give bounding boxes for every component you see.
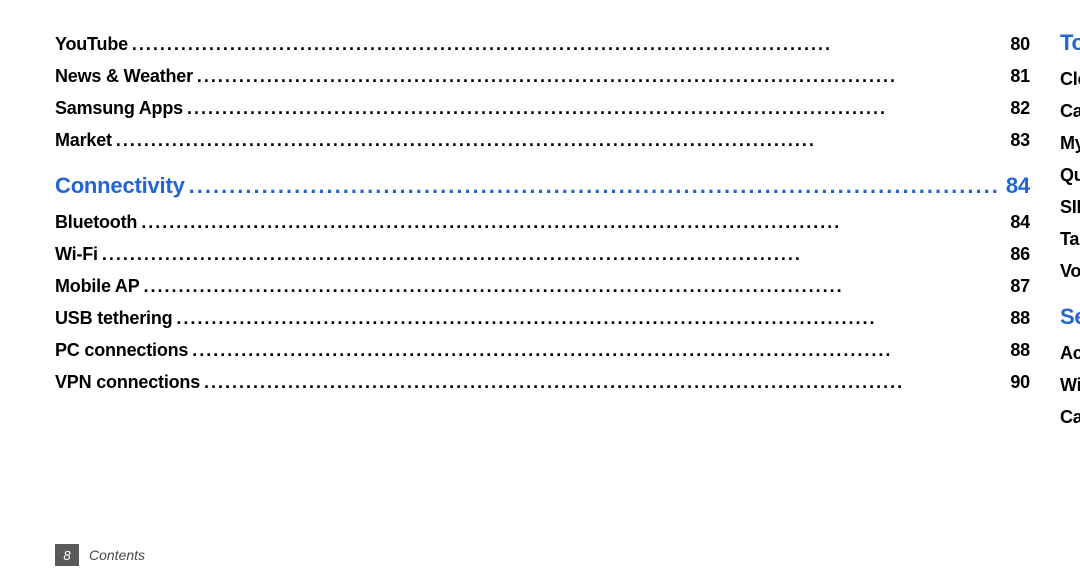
toc-entry: Task manager............................… — [1060, 229, 1080, 250]
toc-entry: Access the Settings menu................… — [1060, 343, 1080, 364]
toc-label: Voice Search — [1060, 261, 1080, 282]
toc-section-heading: Settings................................… — [1060, 304, 1080, 330]
toc-label: Tools — [1060, 30, 1080, 56]
toc-page-number: 82 — [1004, 98, 1030, 119]
toc-entry: Wireless and networks...................… — [1060, 375, 1080, 396]
toc-label: Mobile AP — [55, 276, 144, 297]
toc-entry: Calculator..............................… — [1060, 101, 1080, 122]
toc-leader-dots: ........................................… — [141, 212, 1004, 233]
toc-label: Access the Settings menu — [1060, 343, 1080, 364]
toc-page-number: 88 — [1004, 308, 1030, 329]
toc-label: VPN connections — [55, 372, 204, 393]
toc-label: My Files — [1060, 133, 1080, 154]
toc-label: Samsung Apps — [55, 98, 187, 119]
right-column: Tools...................................… — [1060, 30, 1080, 439]
toc-page-number: 87 — [1004, 276, 1030, 297]
toc-label: Connectivity — [55, 173, 189, 199]
toc-entry: Call settings...........................… — [1060, 407, 1080, 428]
toc-page-number: 81 — [1004, 66, 1030, 87]
toc-page-number: 83 — [1004, 130, 1030, 151]
toc-entry: VPN connections.........................… — [55, 372, 1030, 393]
toc-label: Bluetooth — [55, 212, 141, 233]
toc-leader-dots: ........................................… — [197, 66, 1004, 87]
page-number: 8 — [63, 548, 70, 563]
toc-leader-dots: ........................................… — [144, 276, 1005, 297]
toc-label: Settings — [1060, 304, 1080, 330]
toc-label: Task manager — [1060, 229, 1080, 250]
toc-leader-dots: ........................................… — [132, 34, 1004, 55]
page-footer: 8 Contents — [55, 544, 145, 566]
toc-label: YouTube — [55, 34, 132, 55]
toc-entry: News & Weather..........................… — [55, 66, 1030, 87]
toc-leader-dots: ........................................… — [204, 372, 1004, 393]
toc-page-number: 80 — [1004, 34, 1030, 55]
footer-section-label: Contents — [89, 547, 145, 563]
toc-page: YouTube.................................… — [0, 0, 1080, 439]
toc-entry: USB tethering...........................… — [55, 308, 1030, 329]
toc-page-number: 86 — [1004, 244, 1030, 265]
toc-page-number: 84 — [1004, 212, 1030, 233]
toc-leader-dots: ........................................… — [116, 130, 1004, 151]
toc-entry: YouTube.................................… — [55, 34, 1030, 55]
page-number-badge: 8 — [55, 544, 79, 566]
toc-section-heading: Tools...................................… — [1060, 30, 1080, 56]
toc-entry: Bluetooth...............................… — [55, 212, 1030, 233]
toc-entry: Mobile AP...............................… — [55, 276, 1030, 297]
toc-entry: Samsung Apps............................… — [55, 98, 1030, 119]
toc-label: Calculator — [1060, 101, 1080, 122]
toc-label: Call settings — [1060, 407, 1080, 428]
toc-entry: PC connections..........................… — [55, 340, 1030, 361]
toc-label: Quickoffice — [1060, 165, 1080, 186]
toc-entry: Voice Search............................… — [1060, 261, 1080, 282]
toc-label: SIM Toolkit — [1060, 197, 1080, 218]
toc-label: PC connections — [55, 340, 192, 361]
toc-entry: SIM Toolkit.............................… — [1060, 197, 1080, 218]
toc-leader-dots: ........................................… — [189, 173, 1000, 199]
toc-entry: Wi-Fi...................................… — [55, 244, 1030, 265]
toc-label: Wi-Fi — [55, 244, 102, 265]
toc-label: Clock — [1060, 69, 1080, 90]
toc-entry: Quickoffice.............................… — [1060, 165, 1080, 186]
toc-page-number: 90 — [1004, 372, 1030, 393]
toc-entry: Clock...................................… — [1060, 69, 1080, 90]
toc-label: News & Weather — [55, 66, 197, 87]
toc-leader-dots: ........................................… — [192, 340, 1004, 361]
toc-page-number: 84 — [1000, 173, 1030, 199]
toc-page-number: 88 — [1004, 340, 1030, 361]
toc-label: Market — [55, 130, 116, 151]
toc-section-heading: Connectivity............................… — [55, 173, 1030, 199]
toc-entry: My Files................................… — [1060, 133, 1080, 154]
toc-leader-dots: ........................................… — [187, 98, 1004, 119]
left-column: YouTube.................................… — [55, 30, 1030, 439]
toc-label: Wireless and networks — [1060, 375, 1080, 396]
toc-leader-dots: ........................................… — [102, 244, 1004, 265]
toc-label: USB tethering — [55, 308, 176, 329]
toc-entry: Market..................................… — [55, 130, 1030, 151]
toc-leader-dots: ........................................… — [176, 308, 1004, 329]
